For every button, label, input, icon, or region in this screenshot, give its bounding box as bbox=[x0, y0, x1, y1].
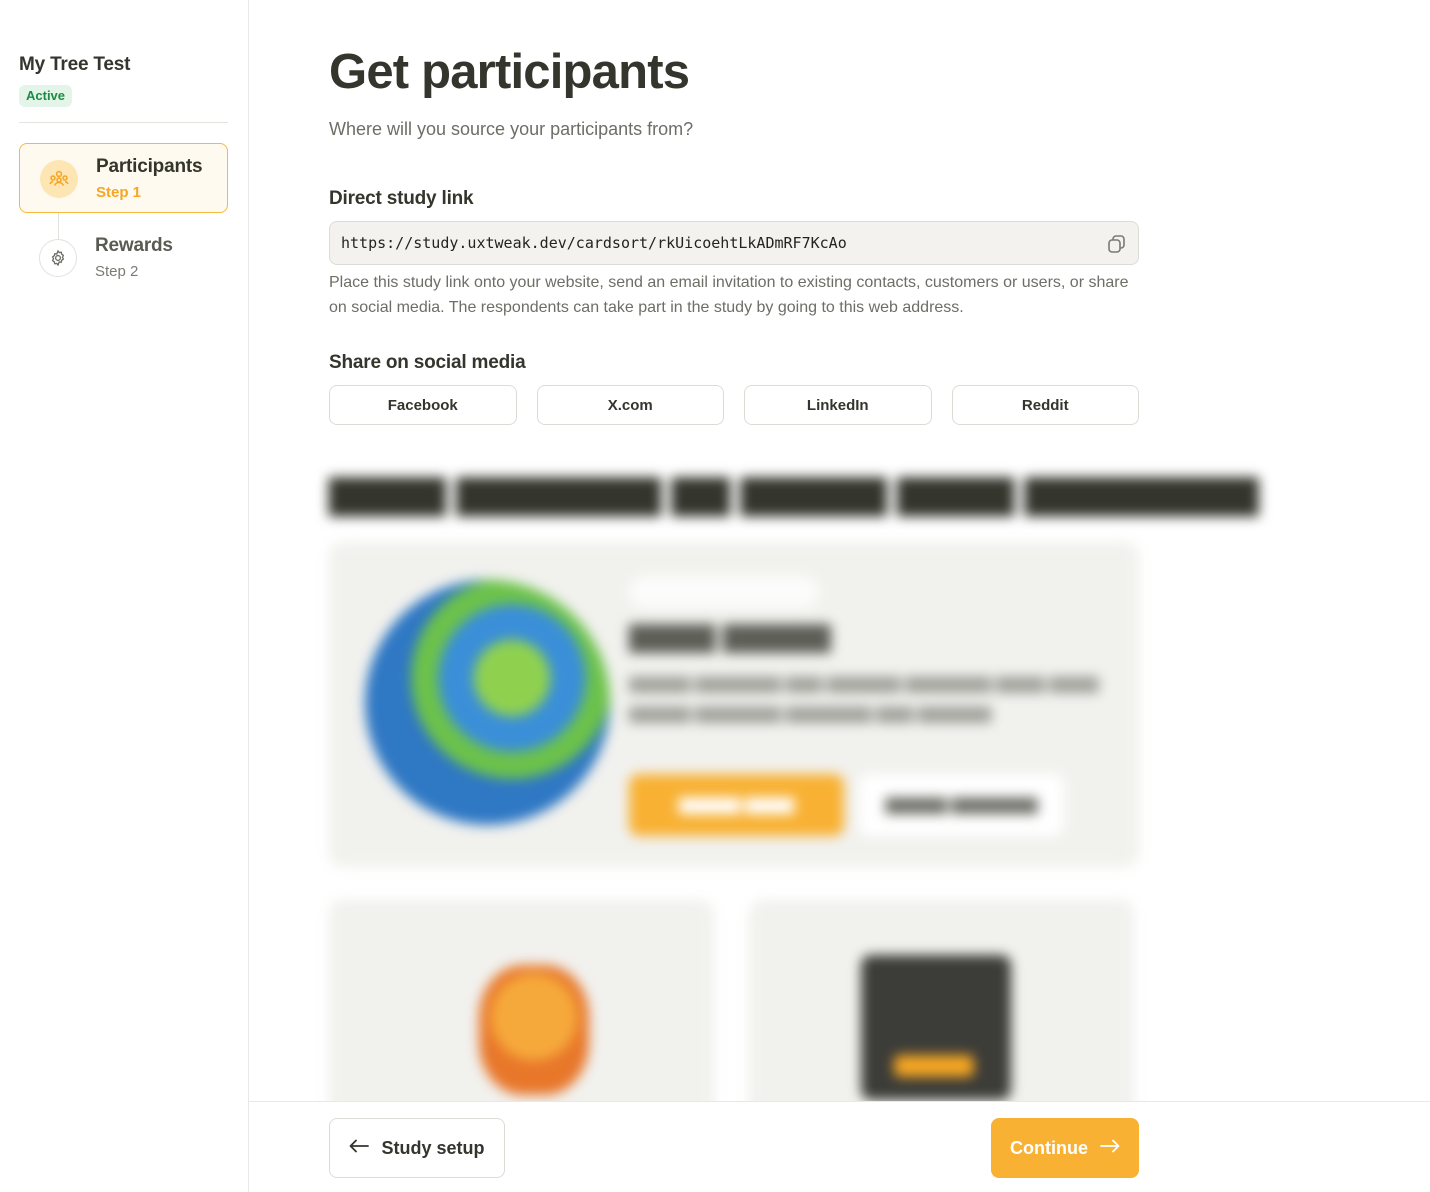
arrow-right-icon bbox=[1100, 1139, 1120, 1158]
linkedin-button[interactable]: LinkedIn bbox=[744, 385, 932, 425]
back-button-label: Study setup bbox=[381, 1137, 485, 1158]
x-com-button[interactable]: X.com bbox=[536, 385, 724, 425]
page-title: Get participants bbox=[329, 45, 690, 99]
step-label: Rewards bbox=[95, 235, 173, 256]
device-illustration bbox=[861, 955, 1011, 1100]
social-heading: Share on social media bbox=[329, 352, 526, 373]
study-link-url[interactable]: https://study.uxtweak.dev/cardsort/rkUic… bbox=[341, 234, 847, 252]
direct-link-help: Place this study link onto your website,… bbox=[329, 274, 1129, 316]
footer-bar: Study setup Continue bbox=[249, 1101, 1430, 1192]
promo-heading-blurred: ▇▇▇▇ ▇▇▇▇▇▇▇ ▇▇ ▇▇▇▇▇ ▇▇▇▇ ▇▇▇▇▇▇▇▇ bbox=[329, 474, 1259, 516]
step-number: Step 1 bbox=[96, 184, 142, 201]
arrow-left-icon bbox=[349, 1139, 370, 1158]
promo-mini-card bbox=[329, 900, 714, 1101]
sidebar-step-rewards[interactable]: Rewards Step 2 bbox=[19, 223, 228, 293]
promo-card: ▇▇▇▇ ▇▇▇▇▇ ▇▇▇▇▇ ▇▇▇▇▇▇▇ ▇▇▇ ▇▇▇▇▇▇ ▇▇▇▇… bbox=[329, 542, 1139, 867]
study-title: My Tree Test bbox=[19, 54, 131, 75]
social-buttons: Facebook X.com LinkedIn Reddit bbox=[329, 385, 1139, 425]
status-badge: Active bbox=[19, 85, 73, 107]
sidebar-divider bbox=[19, 122, 228, 123]
step-label: Participants bbox=[96, 156, 203, 177]
promo-mini-card bbox=[749, 900, 1134, 1101]
study-link-field[interactable]: https://study.uxtweak.dev/cardsort/rkUic… bbox=[329, 221, 1139, 265]
main-content: Get participants Where will you source y… bbox=[249, 0, 1430, 1101]
continue-button[interactable]: Continue bbox=[991, 1118, 1139, 1178]
gear-icon bbox=[39, 239, 77, 277]
copy-icon[interactable] bbox=[1106, 233, 1128, 255]
coin-illustration bbox=[479, 965, 589, 1095]
page-subtitle: Where will you source your participants … bbox=[329, 119, 694, 139]
promo-pill bbox=[629, 576, 819, 608]
facebook-button[interactable]: Facebook bbox=[329, 385, 517, 425]
step-number: Step 2 bbox=[95, 263, 139, 280]
reddit-button[interactable]: Reddit bbox=[951, 385, 1139, 425]
blurred-promo-section: ▇▇▇▇ ▇▇▇▇▇▇▇ ▇▇ ▇▇▇▇▇ ▇▇▇▇ ▇▇▇▇▇▇▇▇ ▇▇▇▇… bbox=[329, 460, 1259, 1101]
promo-secondary-blurred: ▇▇▇▇▇ ▇▇▇▇▇▇▇ bbox=[859, 774, 1064, 836]
sidebar: My Tree Test Active Participants Step 1 bbox=[0, 0, 249, 1192]
promo-card-title-blurred: ▇▇▇▇ ▇▇▇▇▇ bbox=[629, 621, 831, 652]
promo-cta-blurred: ▇▇▇▇▇ ▇▇▇▇ bbox=[629, 774, 844, 836]
sidebar-step-participants[interactable]: Participants Step 1 bbox=[19, 143, 228, 213]
continue-button-label: Continue bbox=[1010, 1137, 1088, 1158]
globe-illustration bbox=[365, 580, 610, 825]
promo-card-text-blurred: ▇▇▇▇▇ ▇▇▇▇▇▇▇ ▇▇▇ ▇▇▇▇▇▇ ▇▇▇▇▇▇▇ ▇▇▇▇ ▇▇… bbox=[629, 676, 1099, 723]
device-badge bbox=[894, 1055, 974, 1077]
participants-icon bbox=[40, 160, 78, 198]
back-button[interactable]: Study setup bbox=[329, 1118, 505, 1178]
direct-link-heading: Direct study link bbox=[329, 188, 474, 209]
